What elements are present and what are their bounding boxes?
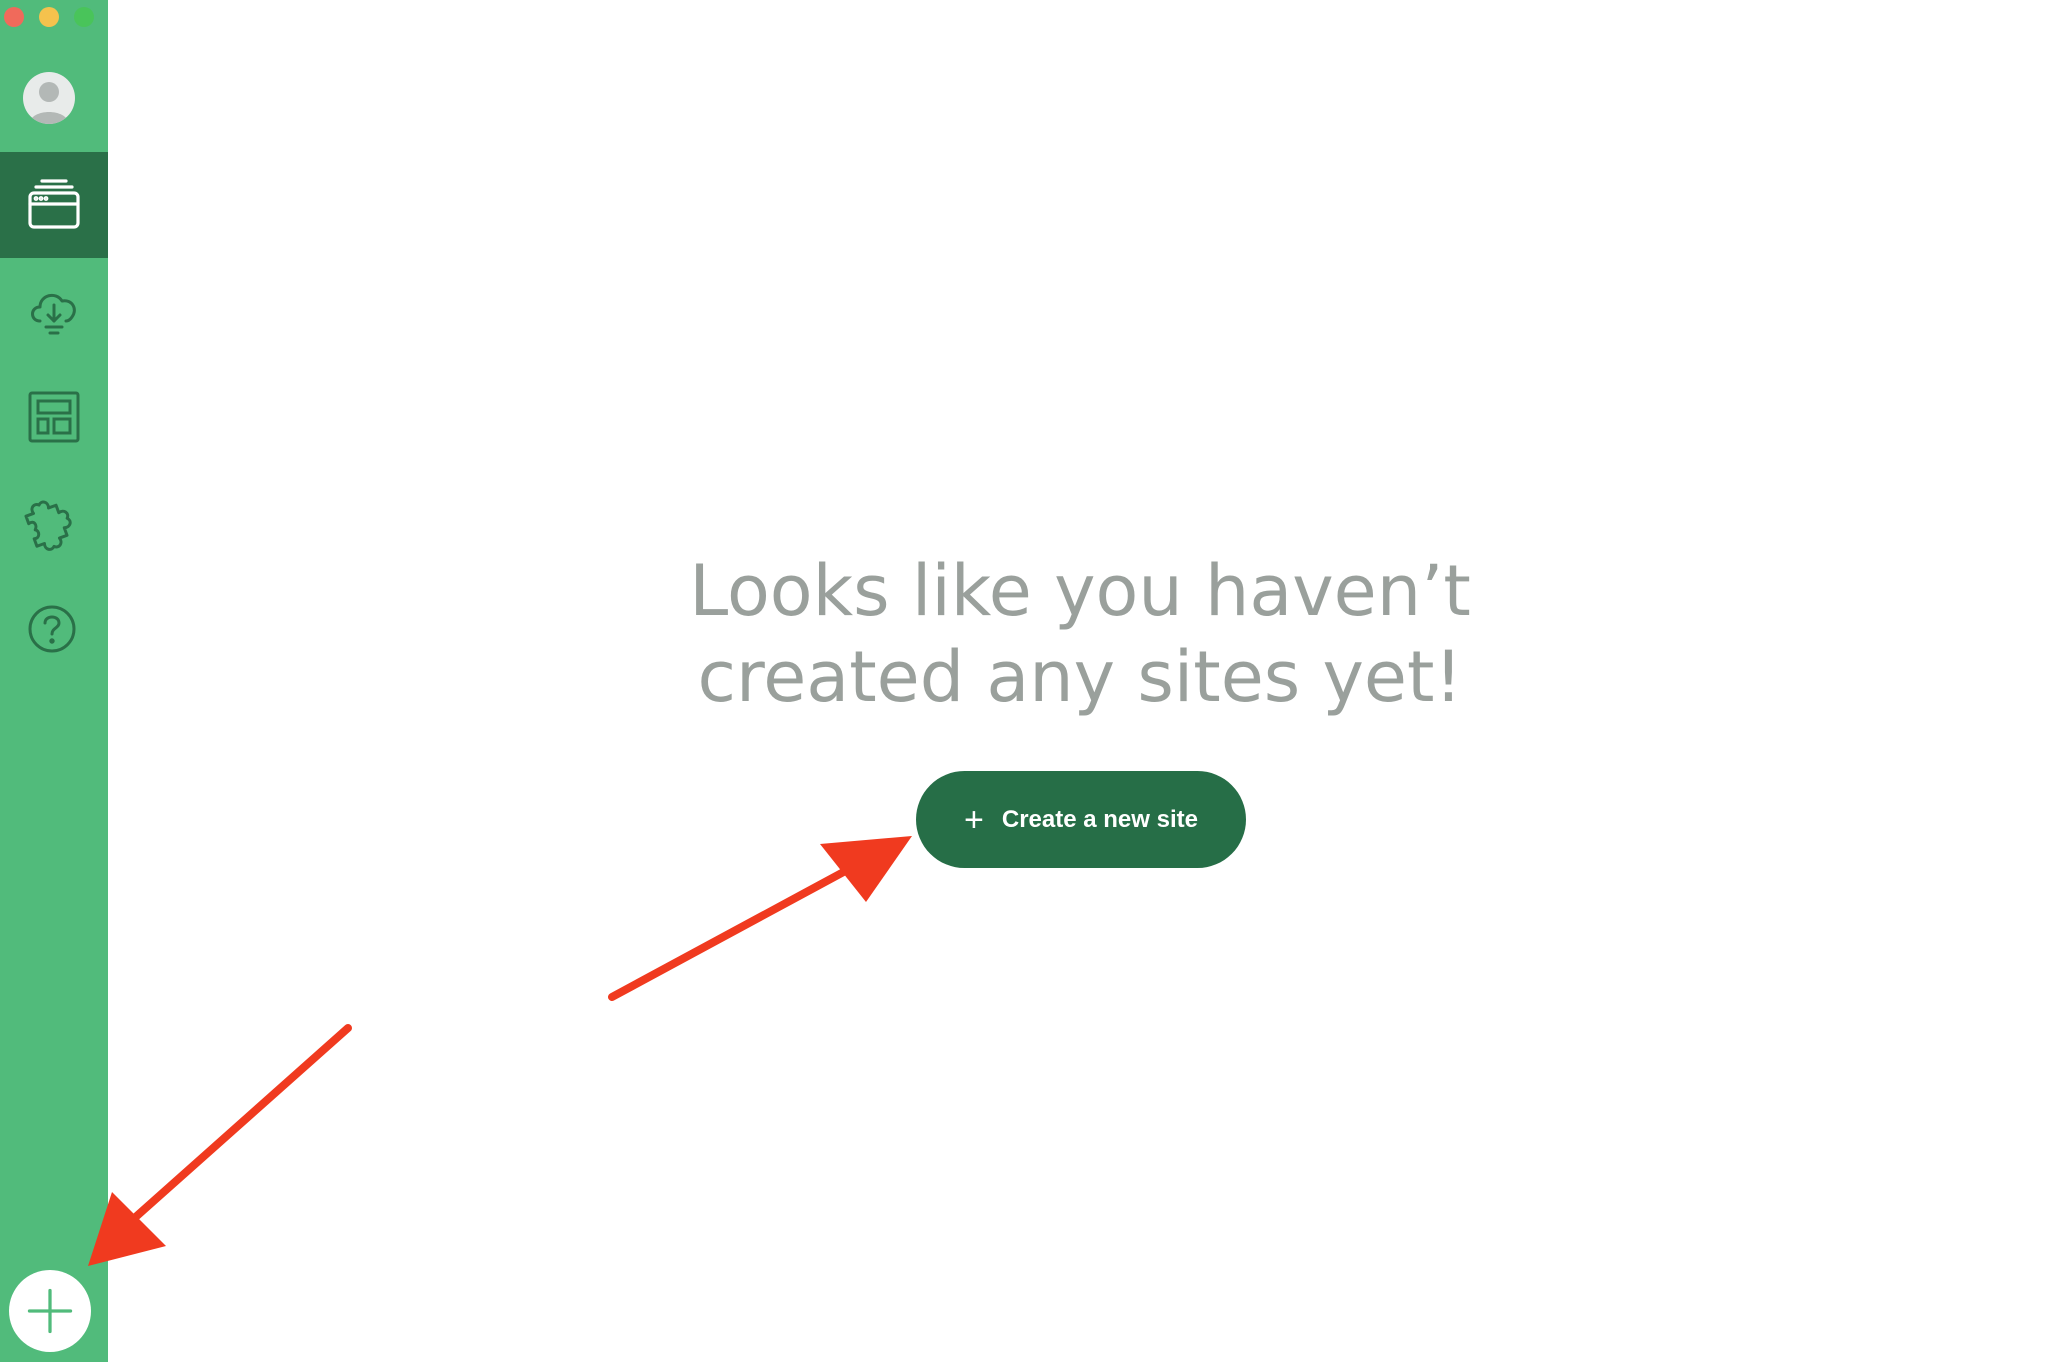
annotation-arrowhead-create-button <box>820 836 912 902</box>
window-close-button[interactable] <box>4 7 24 27</box>
app-window: Looks like you haven’t created any sites… <box>0 0 2048 1362</box>
sidebar-item-sites[interactable] <box>0 152 108 258</box>
window-minimize-button[interactable] <box>39 7 59 27</box>
window-zoom-button[interactable] <box>74 7 94 27</box>
plus-icon <box>27 1288 73 1334</box>
sidebar-item-connect[interactable] <box>0 258 108 364</box>
empty-state-message: Looks like you haven’t created any sites… <box>689 550 1471 718</box>
help-circle-icon <box>28 605 76 653</box>
user-silhouette-icon <box>29 82 69 124</box>
cloud-sync-icon <box>31 293 76 335</box>
layout-grid-icon <box>28 391 80 443</box>
puzzle-piece-icon <box>24 500 72 551</box>
sidebar-item-addons[interactable] <box>0 470 108 576</box>
sidebar <box>0 0 108 1362</box>
sidebar-item-help[interactable] <box>0 576 108 682</box>
annotation-arrow-to-create-button <box>608 858 866 1001</box>
plus-icon: + <box>964 800 984 839</box>
sidebar-item-blueprints[interactable] <box>0 364 108 470</box>
user-avatar[interactable] <box>23 72 75 124</box>
create-new-site-button[interactable]: + Create a new site <box>916 771 1246 868</box>
add-site-button[interactable] <box>9 1270 91 1352</box>
browser-window-icon <box>28 179 80 229</box>
annotation-arrow-to-add-button <box>126 1024 352 1226</box>
create-new-site-label: Create a new site <box>1001 805 1198 833</box>
